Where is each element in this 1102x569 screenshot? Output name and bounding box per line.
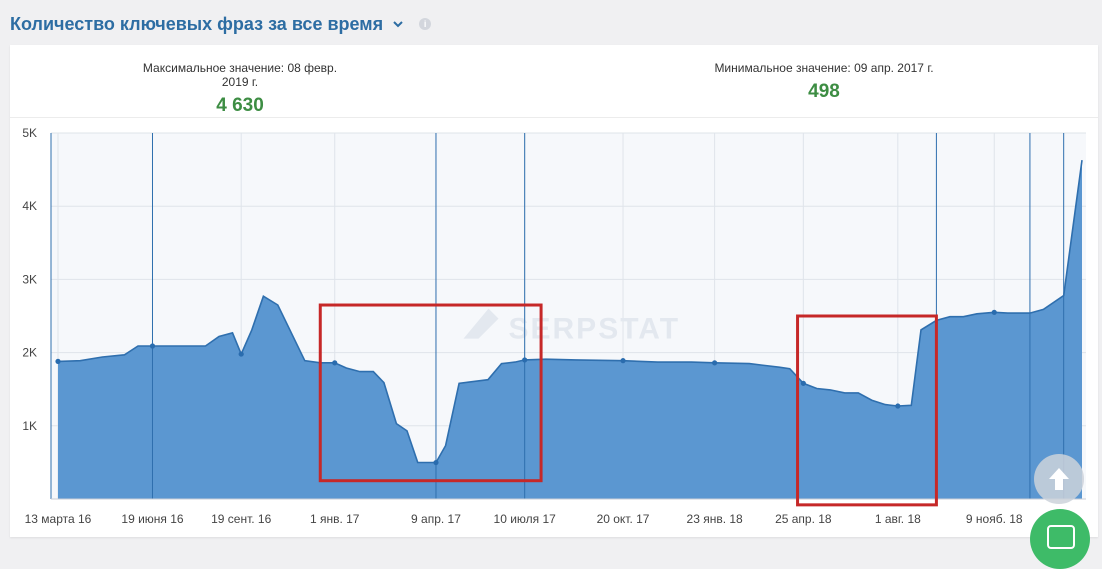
- x-tick-label: 25 апр. 18: [775, 512, 832, 526]
- chat-button[interactable]: [1030, 509, 1090, 569]
- data-point: [712, 360, 718, 366]
- data-point: [895, 403, 901, 409]
- y-tick-label: 4K: [22, 199, 37, 213]
- data-point: [800, 380, 806, 386]
- data-point: [991, 309, 997, 315]
- x-tick-label: 1 авг. 18: [875, 512, 921, 526]
- chat-icon: [1047, 525, 1075, 549]
- data-point: [522, 357, 528, 363]
- x-tick-label: 19 сент. 16: [211, 512, 271, 526]
- data-point: [620, 358, 626, 364]
- x-tick-label: 9 апр. 17: [411, 512, 461, 526]
- x-tick-label: 9 нояб. 18: [966, 512, 1023, 526]
- data-point: [55, 358, 61, 364]
- y-tick-label: 3K: [22, 272, 37, 286]
- x-tick-label: 19 июня 16: [121, 512, 184, 526]
- y-tick-label: 2K: [22, 346, 37, 360]
- y-tick-label: 1K: [22, 419, 37, 433]
- data-point: [332, 360, 338, 366]
- scroll-top-button[interactable]: [1034, 454, 1084, 504]
- data-point: [149, 343, 156, 349]
- x-tick-label: 20 окт. 17: [597, 512, 650, 526]
- y-tick-label: 5K: [22, 126, 37, 140]
- data-point: [433, 459, 439, 466]
- x-tick-label: 23 янв. 18: [687, 512, 744, 526]
- x-tick-label: 10 июля 17: [494, 512, 557, 526]
- arrow-up-icon: [1049, 468, 1069, 490]
- x-tick-label: 1 янв. 17: [310, 512, 360, 526]
- keyword-count-chart: 5K 4K 3K 2K 1K SERPSTAT 13 марта 16 19 июня 16 1…: [22, 126, 1086, 526]
- x-tick-label: 13 марта 16: [25, 512, 92, 526]
- watermark-text: SERPSTAT: [509, 313, 681, 346]
- data-point: [238, 351, 244, 357]
